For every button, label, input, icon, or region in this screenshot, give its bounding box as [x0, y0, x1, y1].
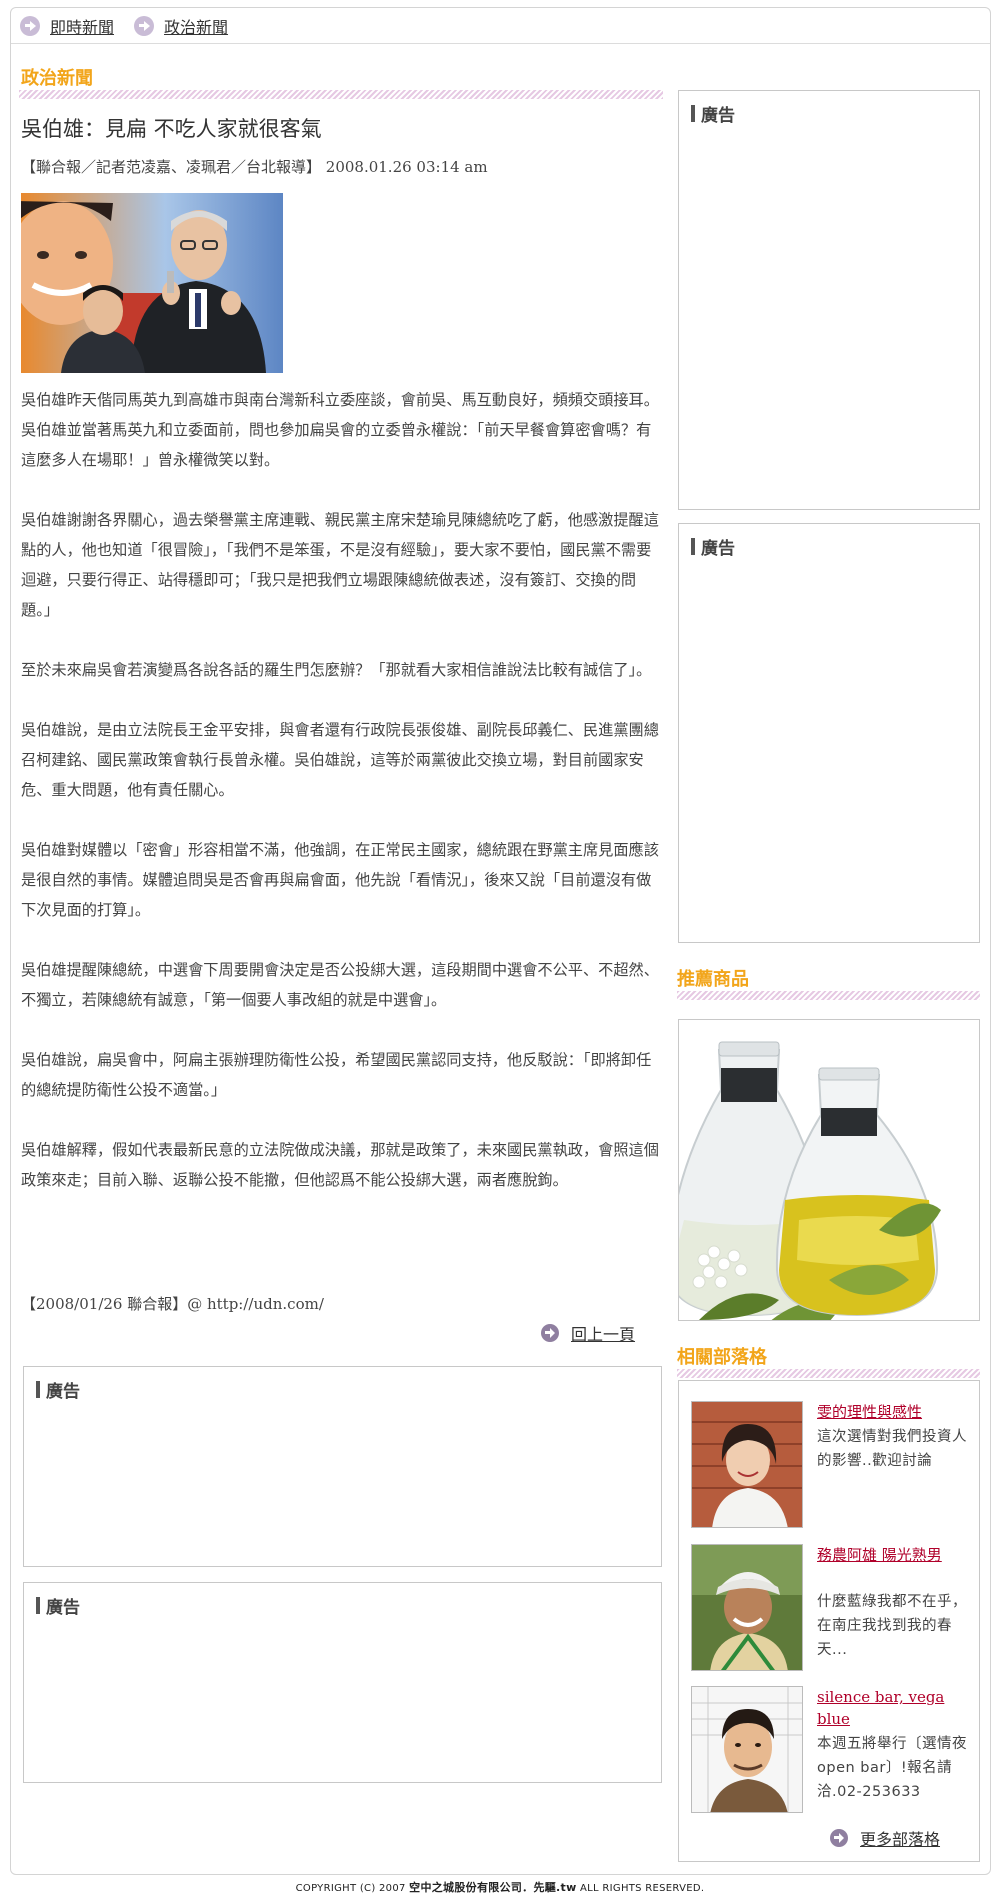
article-headline: 吳伯雄：見扁 不吃人家就很客氣 — [21, 117, 322, 141]
blog-title-link[interactable]: 雯的理性與感性 — [817, 1401, 967, 1423]
blogs-box: 雯的理性與感性 這次選情對我們投資人的影響..歡迎討論 務農阿雄 陽光熟男 什麼… — [678, 1380, 980, 1862]
ad-heading: 廣告 — [36, 1593, 80, 1618]
article-source: 【2008/01/26 聯合報】@ http://udn.com/ — [21, 1295, 324, 1313]
blog-avatar[interactable] — [691, 1401, 803, 1528]
blog-avatar[interactable] — [691, 1686, 803, 1813]
article-paragraph: 吳伯雄解釋，假如代表最新民意的立法院做成決議，那就是政策了，未來國民黨執政，會照… — [21, 1141, 659, 1189]
ad-label: 廣告 — [46, 1382, 80, 1402]
footer-brand: 空中之城股份有限公司．先驅.tw — [409, 1881, 577, 1894]
nav-link-instant-news[interactable]: 即時新聞 — [20, 14, 114, 38]
footer-rights: ALL RIGHTS RESERVED. — [580, 1883, 705, 1894]
article-paragraph: 至於未來扁吳會若演變爲各說各話的羅生門怎麼辦？「那就看大家相信誰說法比較有誠信了… — [21, 661, 652, 679]
article-paragraph: 吳伯雄提醒陳總統，中選會下周要開會決定是否公投綁大選，這段期間中選會不公平、不超… — [21, 961, 659, 1009]
nav-link-label: 即時新聞 — [50, 18, 115, 37]
bar-icon — [691, 105, 695, 122]
article-paragraph: 吳伯雄對媒體以「密會」形容相當不滿，他強調，在正常民主國家，總統跟在野黨主席見面… — [21, 841, 659, 919]
bar-icon — [691, 538, 695, 555]
back-link[interactable]: 回上一頁 — [541, 1321, 635, 1345]
article-paragraph: 吳伯雄昨天偕同馬英九到高雄市與南台灣新科立委座談，會前吳、馬互動良好，頻頻交頭接… — [21, 391, 659, 469]
ad-label: 廣告 — [701, 106, 735, 126]
section-stripe — [19, 90, 663, 99]
nav-link-label: 政治新聞 — [164, 18, 229, 37]
arrow-circle-icon — [541, 1324, 559, 1342]
blog-description: 什麼藍綠我都不在乎，在南庄我找到我的春天... — [817, 1594, 967, 1658]
back-link-label: 回上一頁 — [571, 1325, 636, 1344]
blog-avatar[interactable] — [691, 1544, 803, 1671]
blogs-section-title: 相關部落格 — [677, 1347, 767, 1368]
blog-description: 這次選情對我們投資人的影響..歡迎討論 — [817, 1429, 967, 1469]
more-blogs-label: 更多部落格 — [860, 1830, 941, 1849]
ad-heading: 廣告 — [36, 1377, 80, 1402]
blog-title-link[interactable]: silence bar, vega blue — [817, 1686, 967, 1730]
arrow-circle-icon — [20, 16, 40, 36]
blog-description: 本週五將舉行〔選情夜open bar〕!報名請洽.02-253633 — [817, 1736, 967, 1800]
nav-divider — [11, 43, 990, 44]
article-paragraph: 吳伯雄說，扁吳會中，阿扁主張辦理防衛性公投，希望國民黨認同支持，他反駁說：「即將… — [21, 1051, 652, 1099]
article-paragraph: 吳伯雄謝謝各界關心，過去榮譽黨主席連戰、親民黨主席宋楚瑜見陳總統吃了虧，他感激提… — [21, 511, 659, 619]
article-body: 吳伯雄昨天偕同馬英九到高雄市與南台灣新科立委座談，會前吳、馬互動良好，頻頻交頭接… — [21, 385, 661, 1225]
blog-title-link[interactable]: 務農阿雄 陽光熟男 — [817, 1544, 967, 1566]
article-photo — [21, 193, 283, 373]
article-byline: 【聯合報／記者范凌嘉、凌珮君／台北報導】 2008.01.26 03:14 am — [21, 158, 488, 176]
bar-icon — [36, 1597, 40, 1614]
footer: COPYRIGHT (C) 2007 空中之城股份有限公司．先驅.tw ALL … — [0, 1879, 1000, 1895]
arrow-circle-icon — [830, 1829, 848, 1847]
top-nav: 即時新聞 政治新聞 — [20, 12, 228, 40]
blogs-stripe — [677, 1369, 980, 1378]
ad-box-sidebar-1[interactable]: 廣告 — [678, 90, 980, 510]
article-paragraph: 吳伯雄說，是由立法院長王金平安排，與會者還有行政院長張俊雄、副院長邱義仁、民進黨… — [21, 721, 659, 799]
ad-label: 廣告 — [46, 1598, 80, 1618]
ad-box-sidebar-2[interactable]: 廣告 — [678, 523, 980, 943]
ad-box-bottom-1[interactable]: 廣告 — [23, 1366, 662, 1567]
arrow-circle-icon — [134, 16, 155, 36]
product-stripe — [677, 991, 980, 1000]
footer-copyright: COPYRIGHT (C) 2007 — [295, 1883, 406, 1894]
more-blogs-link[interactable]: 更多部落格 — [830, 1826, 940, 1850]
nav-link-politics-news[interactable]: 政治新聞 — [134, 14, 228, 38]
product-section-title: 推薦商品 — [677, 969, 749, 990]
ad-heading: 廣告 — [691, 101, 735, 126]
section-title: 政治新聞 — [21, 68, 93, 89]
ad-label: 廣告 — [701, 539, 735, 559]
product-image[interactable] — [678, 1019, 980, 1321]
ad-heading: 廣告 — [691, 534, 735, 559]
ad-box-bottom-2[interactable]: 廣告 — [23, 1582, 662, 1783]
bar-icon — [36, 1381, 40, 1398]
